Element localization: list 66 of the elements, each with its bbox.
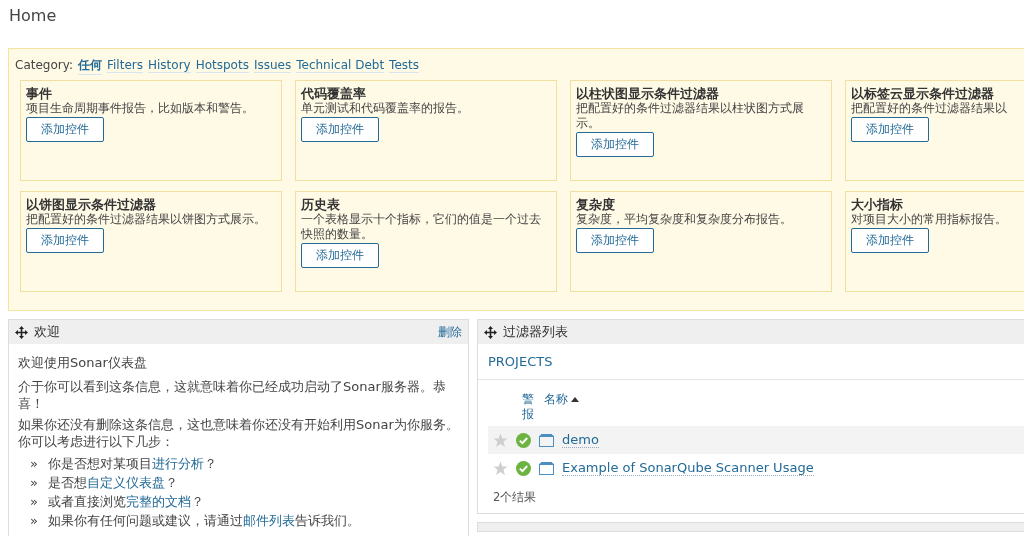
add-widget-button[interactable]: 添加控件 [301,117,379,142]
widget-title: 大小指标 [851,197,904,212]
add-widget-button[interactable]: 添加控件 [301,243,379,268]
add-widget-button[interactable]: 添加控件 [851,117,929,142]
star-icon[interactable] [493,432,508,448]
step-link[interactable]: 自定义仪表盘 [86,475,165,490]
widget-description: 单元测试和代码覆盖率的报告。 [301,101,470,116]
widget-title: 事件 [26,86,53,101]
step-link[interactable]: 完整的文档 [125,494,191,509]
bullet-mark: » [30,455,38,473]
add-widget-button[interactable]: 添加控件 [576,228,654,253]
step-text: 如果你有任何问题或建议，请通过邮件列表告诉我们。 [47,512,360,530]
widget-title: 代码覆盖率 [301,86,367,101]
category-link[interactable]: Filters [107,58,143,73]
panel-title: 欢迎 [34,323,61,341]
widget-title: 以标签云显示条件过滤器 [851,86,995,101]
result-count: 2个结果 [492,489,538,505]
bullet-mark: » [30,512,38,530]
project-row[interactable]: Example of SonarQube Scanner Usage [488,454,1024,482]
widget-description: 复杂度，平均复杂度和复杂度分布报告。 [576,212,793,227]
step-link[interactable]: 邮件列表 [242,513,295,528]
project-link[interactable]: demo [562,432,599,448]
widget-title: 以柱状图显示条件过滤器 [576,86,720,101]
category-link[interactable]: 任何 [78,57,102,75]
welcome-paragraph: 如果你还没有删除这条信息，这也意味着你还没有开始利用Sonar为你服务。你可以考虑进行以下几步： [18,416,459,450]
widget-description: 把配置好的条件过滤器结果以 [851,101,1008,116]
category-link[interactable]: Tests [389,58,419,73]
category-link[interactable]: History [147,58,191,73]
panel-title: 过滤器列表 [503,323,569,341]
widget-description: 把配置好的条件过滤器结果以饼图方式展示。 [26,212,267,227]
welcome-paragraph: 介于你可以看到这条信息，这就意味着你已经成功启动了Sonar服务器。恭喜！ [18,378,447,412]
step-text: 你是否想对某项目进行分析？ [47,455,217,473]
delete-link[interactable]: 删除 [438,323,462,341]
add-widget-button[interactable]: 添加控件 [26,228,104,253]
step-text: 是否想自定义仪表盘？ [47,474,178,492]
project-row[interactable]: demo [488,426,1024,454]
add-widget-button[interactable]: 添加控件 [26,117,104,142]
add-widget-button[interactable]: 添加控件 [576,132,654,157]
page-title: Home [9,6,58,27]
project-link[interactable]: Example of SonarQube Scanner Usage [562,460,814,476]
move-icon[interactable] [15,325,28,339]
widget-description: 对项目大小的常用指标报告。 [851,212,1008,227]
category-link[interactable]: Issues [253,58,292,73]
category-link[interactable]: Technical Debt [296,58,385,73]
widget-description: 一个表格显示十个指标，它们的值是一个过去快照的数量。 [301,212,542,242]
projects-heading: PROJECTS [478,344,1024,380]
category-label: Category: [15,58,73,72]
star-icon[interactable] [493,460,508,476]
move-icon[interactable] [484,325,497,339]
step-link[interactable]: 进行分析 [151,456,204,471]
widget-description: 把配置好的条件过滤器结果以柱状图方式展示。 [576,101,805,131]
project-icon [539,433,554,447]
category-link[interactable]: Hotspots [195,58,249,73]
column-header[interactable]: 名称 [544,391,568,408]
widget-title: 以饼图显示条件过滤器 [26,197,157,212]
widget-title: 历史表 [301,197,341,212]
bullet-mark: » [30,474,38,492]
step-text: 或者直接浏览完整的文档？ [47,493,204,511]
widget-title: 复杂度 [576,197,616,212]
column-header[interactable]: 警报 [522,392,536,422]
welcome-heading: 欢迎使用Sonar仪表盘 [18,354,148,371]
bullet-mark: » [30,493,38,511]
widget-description: 项目生命周期事件报告，比如版本和警告。 [26,101,255,116]
add-widget-button[interactable]: 添加控件 [851,228,929,253]
project-icon [539,461,554,475]
sort-ascending-icon [571,397,579,402]
